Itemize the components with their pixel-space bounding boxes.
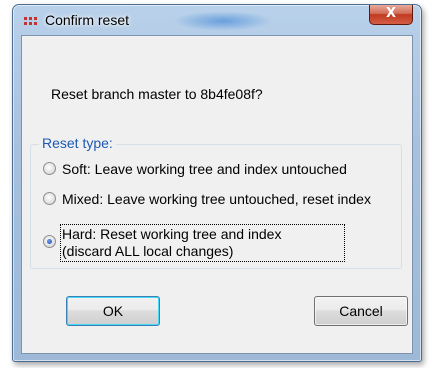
cancel-button[interactable]: Cancel — [314, 296, 408, 326]
radio-label-mixed: Mixed: Leave working tree untouched, res… — [62, 191, 371, 207]
close-button[interactable]: X — [369, 5, 413, 25]
reset-question: Reset branch master to 8b4fe08f? — [51, 86, 263, 102]
close-icon: X — [385, 6, 397, 21]
radio-button-mixed[interactable] — [43, 192, 56, 205]
reset-type-label: Reset type: — [39, 135, 116, 151]
dialog-body: Reset branch master to 8b4fe08f? Soft: L… — [21, 35, 413, 354]
title-bar[interactable]: Confirm reset X — [13, 5, 421, 35]
radio-button-hard[interactable] — [43, 235, 56, 248]
radio-label-hard-line2: (discard ALL local changes) — [62, 243, 234, 259]
radio-button-soft[interactable] — [43, 162, 56, 175]
git-gui-icon — [24, 17, 38, 25]
confirm-reset-dialog: Confirm reset X Reset branch master to 8… — [12, 4, 422, 362]
reset-type-group: Soft: Leave working tree and index untou… — [30, 144, 402, 269]
radio-label-hard: Hard: Reset working tree and index — [62, 226, 282, 242]
title-bar-glow — [173, 11, 273, 31]
radio-label-soft: Soft: Leave working tree and index untou… — [62, 161, 347, 177]
ok-button[interactable]: OK — [66, 296, 160, 326]
window-title: Confirm reset — [45, 12, 130, 28]
